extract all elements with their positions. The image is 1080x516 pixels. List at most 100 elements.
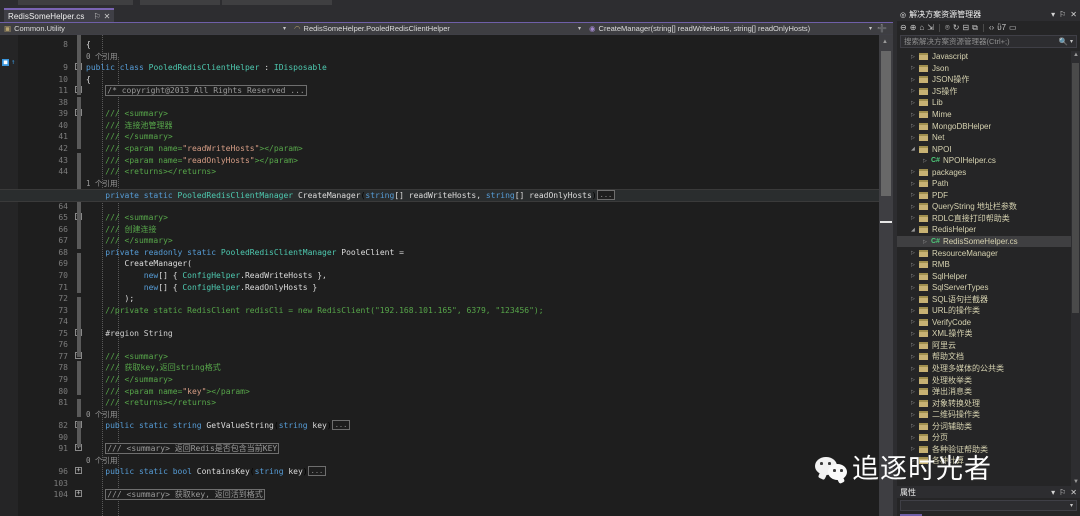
code-line[interactable]: 0 个引用 [86,409,118,420]
code-line[interactable]: /// </summary> [86,131,172,142]
tree-folder-item[interactable]: ▷ VerifyCode [897,317,1080,329]
solution-explorer-scroll-thumb[interactable] [1072,63,1079,313]
chevron-right-icon[interactable]: ▷ [911,250,919,256]
chevron-right-icon[interactable]: ▷ [911,123,919,129]
chevron-right-icon[interactable]: ▷ [911,319,919,325]
solution-explorer-tree[interactable]: ▷ Javascript ▷ Json ▷ JSON操作 ▷ JS操作 ▷ Lib ▷ Mime ▷ Mo… [897,51,1080,486]
chevron-right-icon[interactable]: ▷ [911,296,919,302]
code-line[interactable]: 0 个引用 [86,51,118,62]
home-icon[interactable]: ⌂ [919,23,924,32]
sync-with-doc-icon[interactable]: ⇲ [927,23,934,32]
chevron-right-icon[interactable]: ▷ [911,169,919,175]
close-icon[interactable]: ✕ [1070,10,1077,19]
designer-view-icon[interactable]: ὒ7 [997,23,1006,32]
chevron-down-icon[interactable]: ▾ [578,25,581,32]
code-line[interactable]: new[] { ConfigHelper.ReadOnlyHosts } [86,282,317,293]
properties-object-selector[interactable]: ▾ [900,500,1077,511]
code-line[interactable]: /// 创建连接 [86,224,156,235]
editor-vertical-scrollbar[interactable]: ▲ [879,35,893,516]
tree-folder-item[interactable]: ▷ 各种计算 [897,455,1080,467]
tree-folder-item[interactable]: ▷ PDF [897,190,1080,202]
chevron-right-icon[interactable]: ▷ [911,331,919,337]
chevron-right-icon[interactable]: ▷ [911,377,919,383]
code-line[interactable]: /// <param name="key"></param> [86,386,250,397]
navbar-namespace-dropdown[interactable]: ▣ Common.Utility ▾ [0,22,290,35]
tree-folder-item[interactable]: ▷ QueryString 地址栏参数 [897,201,1080,213]
pin-icon[interactable]: ⚐ [1059,488,1066,497]
code-line[interactable]: //private static RedisClient redisCli = … [86,305,543,316]
chevron-right-icon[interactable]: ▷ [911,135,919,141]
tree-folder-item[interactable]: ▷ 帮助文档 [897,351,1080,363]
code-line[interactable]: { [86,39,91,50]
scroll-up-icon[interactable]: ▲ [882,39,888,45]
tree-folder-item[interactable]: ◢ NPOI [897,143,1080,155]
solution-explorer-search[interactable]: 搜索解决方案资源管理器(Ctrl+;) 🔍 ▾ [900,35,1077,48]
navbar-member-dropdown[interactable]: ◉ CreateManager(string[] readWriteHosts,… [585,22,893,35]
forward-icon[interactable]: ⊕ [910,23,917,32]
chevron-right-icon[interactable]: ▷ [911,273,919,279]
chevron-down-icon[interactable]: ◢ [911,227,919,233]
code-line[interactable]: /// <returns></returns> [86,397,216,408]
tree-folder-item[interactable]: ▷ Javascript [897,51,1080,63]
navbar-type-dropdown[interactable]: ◠ RedisSomeHelper.PooledRedisClientHelpe… [290,22,585,35]
code-line[interactable]: /// <summary> [86,212,168,223]
back-icon[interactable]: ⊖ [900,23,907,32]
tree-folder-item[interactable]: ▷ RMB [897,259,1080,271]
tree-folder-item[interactable]: ▷ 分页 [897,432,1080,444]
code-line[interactable]: { [86,74,91,85]
tree-folder-item[interactable]: ▷ 阿里云 [897,340,1080,352]
code-line[interactable]: CreateManager( [86,258,192,269]
tree-folder-item[interactable]: ▷ Path [897,178,1080,190]
chevron-right-icon[interactable]: ▷ [911,446,919,452]
tree-folder-item[interactable]: ▷ 对象转换处理 [897,397,1080,409]
code-line[interactable]: /// <summary> 获取key, 返回活到格式 [86,489,265,501]
code-editor[interactable]: 8910113839404142434445646566676869707172… [0,35,893,516]
chevron-right-icon[interactable]: ▷ [911,77,919,83]
chevron-right-icon[interactable]: ▷ [911,181,919,187]
chevron-right-icon[interactable]: ▷ [911,88,919,94]
refresh-icon[interactable]: ↻ [953,23,960,32]
code-line[interactable]: private static PooledRedisClientManager … [0,189,893,203]
code-line[interactable]: /// <summary> [86,351,168,362]
close-icon[interactable]: ✕ [1070,488,1077,497]
chevron-right-icon[interactable]: ▷ [911,400,919,406]
code-line[interactable]: public static string GetValueString(stri… [86,420,351,431]
tree-folder-item[interactable]: ▷ Mime [897,109,1080,121]
tree-folder-item[interactable]: ▷ ResourceManager [897,247,1080,259]
bookmark-icon[interactable]: ■ [2,59,9,66]
code-line[interactable]: /// <summary> 返回Redis是否包含当前KEY [86,443,280,455]
tree-folder-item[interactable]: ▷ Net [897,132,1080,144]
chevron-down-icon[interactable]: ▾ [283,25,286,32]
tree-file-npoihelper.cs[interactable]: ▷ C# NPOIHelper.cs [897,155,1080,167]
chevron-down-icon[interactable]: ◢ [911,146,919,152]
code-line[interactable]: /// 获取key,返回string格式 [86,362,220,373]
scroll-down-icon[interactable]: ▼ [1073,479,1079,485]
chevron-right-icon[interactable]: ▷ [911,65,919,71]
chevron-right-icon[interactable]: ▷ [911,262,919,268]
code-line[interactable]: private readonly static PooledRedisClien… [86,247,404,258]
expand-outline-icon[interactable]: + [75,467,82,475]
tree-folder-item[interactable]: ▷ XML操作类 [897,328,1080,340]
indicator-margin[interactable] [0,35,18,516]
tree-folder-item[interactable]: ▷ JSON操作 [897,74,1080,86]
chevron-right-icon[interactable]: ▷ [911,285,919,291]
code-line[interactable]: /// <param name="readOnlyHosts"></param> [86,155,298,166]
code-line[interactable]: #region String [86,328,172,339]
tree-folder-item[interactable]: ▷ Lib [897,97,1080,109]
chevron-down-icon[interactable]: ▾ [869,25,872,32]
dock-icon[interactable]: ◎ [900,11,906,19]
search-icon[interactable]: 🔍 [1059,37,1068,46]
tree-file-redissomehelper.cs[interactable]: ▷ C# RedisSomeHelper.cs [897,235,1080,248]
chevron-right-icon[interactable]: ▷ [911,354,919,360]
code-line[interactable]: /// <param name="readWriteHosts"></param… [86,143,302,154]
chevron-right-icon[interactable]: ▷ [911,423,919,429]
code-line[interactable]: /// 连接池管理器 [86,120,172,131]
tree-folder-item[interactable]: ▷ JS操作 [897,86,1080,98]
scroll-up-icon[interactable]: ▲ [1073,52,1079,58]
chevron-right-icon[interactable]: ▷ [911,412,919,418]
tree-folder-item[interactable]: ▷ 处理多媒体的公共类 [897,363,1080,375]
pin-icon[interactable]: ⚐ [1059,10,1066,19]
preview-icon[interactable]: ▭ [1009,23,1017,32]
tree-folder-item[interactable]: ◢ RedisHelper [897,224,1080,236]
expand-icon[interactable]: ➕ [877,24,887,33]
